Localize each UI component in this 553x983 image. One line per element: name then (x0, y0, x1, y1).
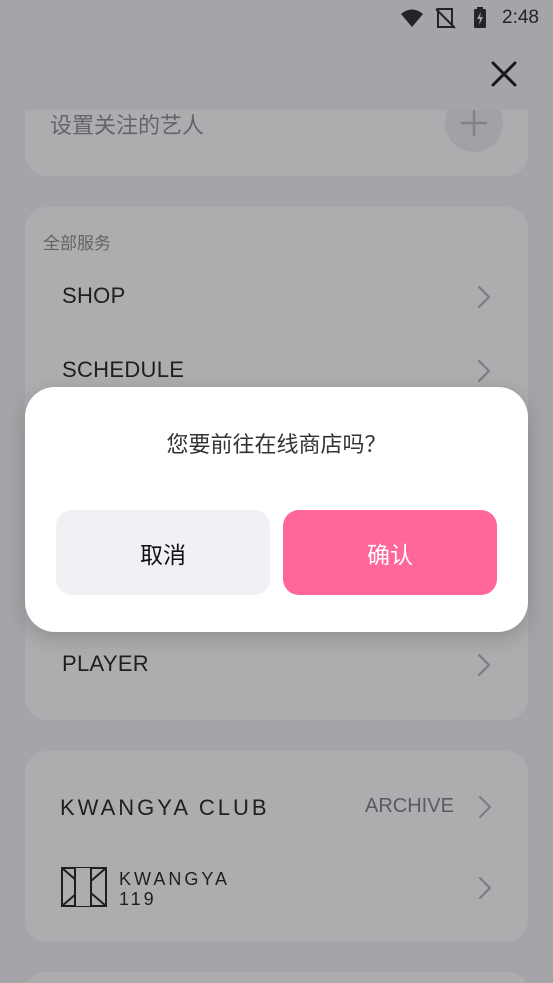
app-screen: 设置关注的艺人 2:48 全部服务 SHOP SCHEDULE PLAYER K… (0, 0, 553, 983)
confirm-button[interactable]: 确认 (283, 510, 497, 595)
confirm-dialog: 您要前往在线商店吗？ 取消 确认 (25, 387, 528, 632)
cancel-button[interactable]: 取消 (56, 510, 270, 595)
dialog-message: 您要前往在线商店吗？ (166, 433, 387, 458)
